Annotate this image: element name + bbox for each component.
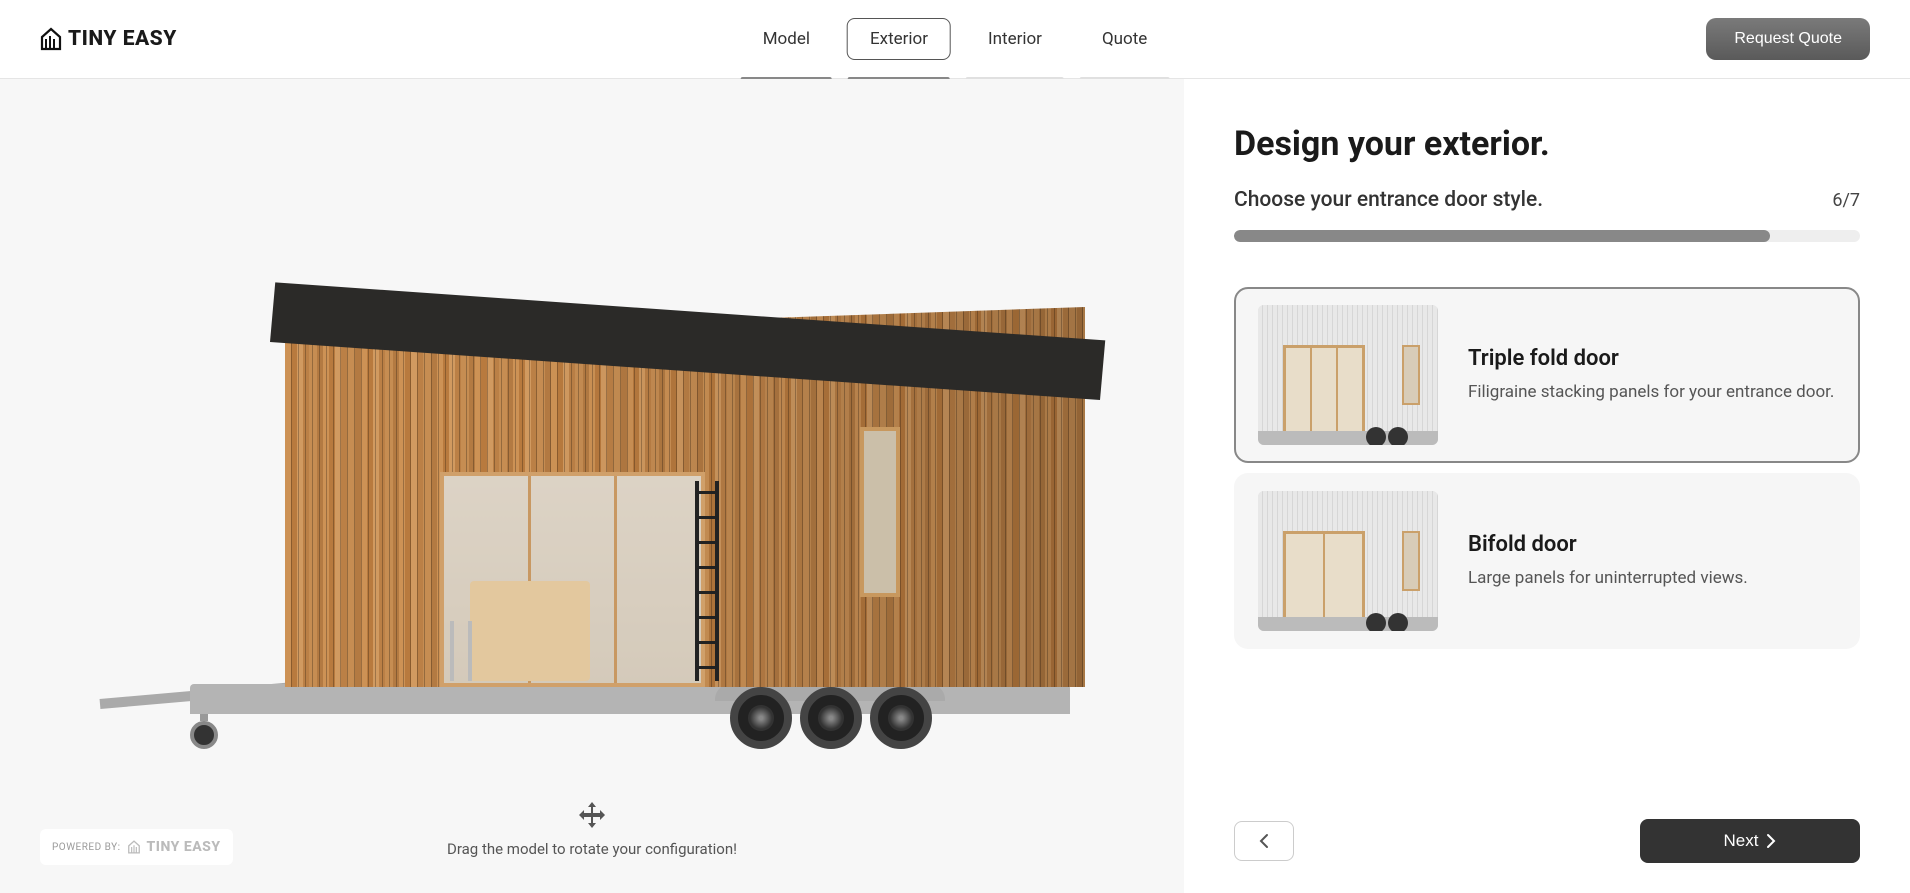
back-button[interactable] — [1234, 821, 1294, 861]
brand-text: TINY EASY — [68, 27, 177, 51]
panel-subheader: Choose your entrance door style. 6/7 — [1234, 188, 1860, 212]
house-icon — [40, 27, 62, 51]
option-triple-fold-door[interactable]: Triple fold door Filigraine stacking pan… — [1234, 287, 1860, 463]
house-model[interactable] — [80, 229, 1140, 749]
progress-bar — [1234, 230, 1860, 242]
viewer-hint: Drag the model to rotate your configurat… — [447, 800, 737, 858]
panel-footer: Next — [1234, 789, 1860, 863]
move-icon — [577, 800, 607, 830]
option-description: Filigraine stacking panels for your entr… — [1468, 381, 1834, 405]
powered-by-badge[interactable]: POWERED BY: TINY EASY — [40, 829, 233, 865]
config-panel: Design your exterior. Choose your entran… — [1184, 79, 1910, 893]
tab-interior[interactable]: Interior — [965, 18, 1065, 60]
panel-title: Design your exterior. — [1234, 124, 1860, 164]
header: TINY EASY Model Exterior Interior Quote … — [0, 0, 1910, 79]
progress-fill — [1234, 230, 1770, 242]
tab-exterior[interactable]: Exterior — [847, 18, 951, 60]
option-bifold-door[interactable]: Bifold door Large panels for uninterrupt… — [1234, 473, 1860, 649]
panel-subtitle: Choose your entrance door style. — [1234, 188, 1543, 212]
option-thumbnail — [1258, 491, 1438, 631]
step-counter: 6/7 — [1832, 190, 1860, 211]
tab-model[interactable]: Model — [740, 18, 833, 60]
brand-logo[interactable]: TINY EASY — [40, 27, 177, 51]
option-thumbnail — [1258, 305, 1438, 445]
viewer-3d[interactable]: Drag the model to rotate your configurat… — [0, 79, 1184, 893]
chevron-right-icon — [1766, 833, 1776, 849]
option-title: Bifold door — [1468, 532, 1748, 557]
door-options: Triple fold door Filigraine stacking pan… — [1234, 287, 1860, 649]
request-quote-button[interactable]: Request Quote — [1706, 18, 1870, 60]
next-button[interactable]: Next — [1640, 819, 1860, 863]
main: Drag the model to rotate your configurat… — [0, 79, 1910, 893]
tab-quote[interactable]: Quote — [1079, 18, 1170, 60]
option-description: Large panels for uninterrupted views. — [1468, 567, 1748, 591]
option-title: Triple fold door — [1468, 346, 1834, 371]
nav-tabs: Model Exterior Interior Quote — [740, 18, 1171, 60]
house-icon — [127, 840, 141, 854]
chevron-left-icon — [1259, 833, 1269, 849]
